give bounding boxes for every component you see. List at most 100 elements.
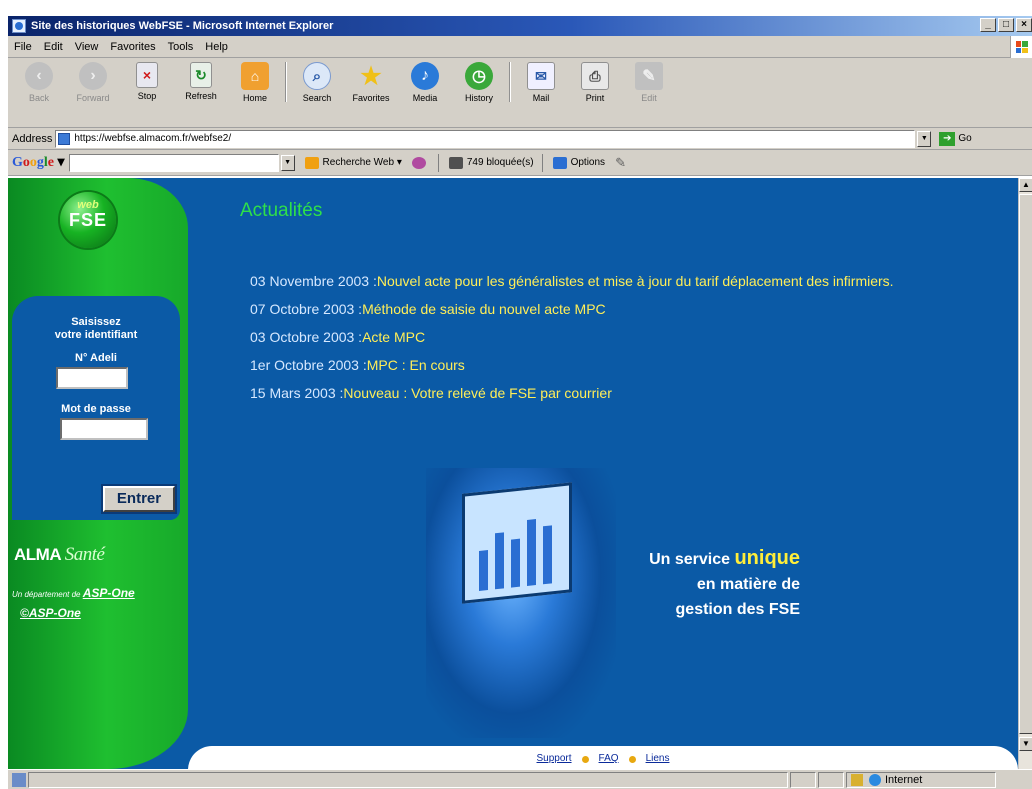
alma-logo-text: ALMA — [14, 545, 61, 564]
sante-logo-text: Santé — [64, 544, 105, 565]
media-button[interactable]: ♪ Media — [398, 62, 452, 103]
print-button[interactable]: ⎙ Print — [568, 62, 622, 103]
support-link[interactable]: Support — [537, 753, 572, 769]
window-titlebar: Site des historiques WebFSE - Microsoft … — [8, 16, 1032, 36]
news-date: 03 Octobre 2003 : — [250, 329, 363, 345]
window-title: Site des historiques WebFSE - Microsoft … — [31, 20, 334, 32]
close-button[interactable]: × — [1016, 18, 1032, 32]
vertical-scrollbar[interactable]: ▲ ▼ — [1018, 178, 1032, 769]
news-link[interactable]: MPC : En cours — [367, 357, 465, 373]
google-options-button[interactable]: Options — [552, 156, 605, 169]
news-title: Actualités — [240, 200, 323, 221]
favorites-button[interactable]: ★ Favorites — [344, 62, 398, 104]
refresh-icon: ↻ — [190, 62, 212, 88]
menu-favorites[interactable]: Favorites — [104, 41, 161, 53]
bullet-icon — [581, 756, 589, 763]
logo-web-text: web — [77, 199, 99, 211]
google-search-dropdown[interactable]: ▼ — [280, 154, 295, 171]
go-button[interactable]: ➔ Go — [939, 131, 972, 146]
login-title-line1: Saisissez — [71, 316, 121, 328]
back-label: Back — [28, 93, 49, 103]
news-date: 15 Mars 2003 : — [250, 385, 344, 401]
internet-globe-icon — [869, 773, 881, 786]
address-input[interactable]: https://webfse.almacom.fr/webfse2/ — [55, 129, 916, 148]
bullet-icon — [628, 756, 636, 763]
window-controls: _ □ × — [978, 18, 1032, 32]
google-pagerank-button[interactable] — [411, 156, 430, 169]
status-bar: Internet — [8, 769, 1032, 789]
alma-sante-logo: ALMA Santé — [14, 544, 105, 566]
standard-toolbar: ‹ Back › Forward × Stop ↻ Refresh ⌂ Home… — [8, 58, 1032, 128]
forward-button[interactable]: › Forward — [66, 62, 120, 103]
minimize-button[interactable]: _ — [980, 18, 996, 32]
news-item[interactable]: 07 Octobre 2003 :Méthode de saisie du no… — [250, 300, 970, 319]
toolbar-separator — [509, 62, 511, 102]
refresh-button[interactable]: ↻ Refresh — [174, 62, 228, 101]
copyright-link[interactable]: ©ASP-One — [20, 606, 81, 620]
adeli-input[interactable] — [56, 367, 128, 389]
logo-fse-text: FSE — [68, 210, 107, 230]
google-web-search-label: Recherche Web — [322, 157, 395, 168]
stop-button[interactable]: × Stop — [120, 62, 174, 101]
menu-file[interactable]: File — [8, 41, 38, 53]
promo-line2: en matière de — [696, 576, 800, 593]
media-globe-icon: ♪ — [411, 62, 439, 90]
news-item[interactable]: 03 Novembre 2003 :Nouvel acte pour les g… — [250, 272, 970, 291]
mail-icon: ✉ — [527, 62, 555, 90]
promo-line1: Un service unique — [594, 546, 800, 572]
scroll-up-button[interactable]: ▲ — [1019, 178, 1032, 192]
promo-highlight: unique — [734, 547, 800, 569]
news-link[interactable]: Nouveau : Votre relevé de FSE par courri… — [343, 385, 611, 401]
favorites-label: Favorites — [352, 93, 390, 103]
department-text: Un département de — [12, 590, 83, 599]
news-link[interactable]: Méthode de saisie du nouvel acte MPC — [362, 301, 606, 317]
home-label: Home — [242, 93, 267, 103]
google-web-search-button[interactable]: Recherche Web ▾ — [304, 156, 402, 169]
promo-chart-screen-image — [462, 482, 572, 604]
asp-one-link[interactable]: ASP-One — [83, 586, 135, 600]
news-date: 07 Octobre 2003 : — [250, 301, 363, 317]
menu-tools[interactable]: Tools — [162, 41, 200, 53]
binoculars-icon — [304, 156, 319, 169]
news-item[interactable]: 03 Octobre 2003 :Acte MPC — [250, 328, 970, 347]
edit-button[interactable]: ✎ Edit — [622, 62, 676, 103]
links-link[interactable]: Liens — [646, 753, 670, 769]
news-link[interactable]: Nouvel acte pour les généralistes et mis… — [377, 273, 894, 289]
google-toolbar: Google ▾ ▼ Recherche Web ▾ 749 bloquée(s… — [8, 150, 1032, 176]
google-toolbar-separator — [437, 153, 439, 172]
options-icon — [552, 156, 567, 169]
popup-blocker-button[interactable]: 749 bloquée(s) — [448, 156, 534, 169]
pencil-icon: ✎ — [615, 154, 626, 170]
back-button[interactable]: ‹ Back — [12, 62, 66, 103]
news-list: 03 Novembre 2003 :Nouvel acte pour les g… — [250, 272, 970, 412]
news-item[interactable]: 1er Octobre 2003 :MPC : En cours — [250, 356, 970, 375]
enter-button[interactable]: Entrer — [101, 484, 177, 514]
webfse-logo: web FSE — [60, 192, 116, 248]
google-logo[interactable]: Google ▾ — [12, 154, 65, 171]
search-label: Search — [302, 93, 332, 103]
ie-page-icon — [12, 19, 26, 33]
address-dropdown-button[interactable]: ▼ — [917, 130, 932, 147]
menu-edit[interactable]: Edit — [38, 41, 69, 53]
scroll-down-button[interactable]: ▼ — [1019, 737, 1032, 751]
mail-button[interactable]: ✉ Mail — [514, 62, 568, 103]
promo-line1-prefix: Un service — [649, 551, 735, 568]
password-input[interactable] — [60, 418, 148, 440]
lock-icon — [851, 773, 863, 786]
status-text-pane — [28, 771, 788, 788]
history-button[interactable]: ◷ History — [452, 62, 506, 103]
news-link[interactable]: Acte MPC — [362, 329, 425, 345]
search-button[interactable]: ⌕ Search — [290, 62, 344, 103]
menu-view[interactable]: View — [69, 41, 105, 53]
status-page-icon — [12, 772, 26, 787]
page-icon — [58, 132, 71, 145]
menu-help[interactable]: Help — [199, 41, 234, 53]
news-item[interactable]: 15 Mars 2003 :Nouveau : Votre relevé de … — [250, 384, 970, 403]
home-button[interactable]: ⌂ Home — [228, 62, 282, 103]
maximize-button[interactable]: □ — [998, 18, 1014, 32]
news-date: 03 Novembre 2003 : — [250, 273, 377, 289]
faq-link[interactable]: FAQ — [599, 753, 619, 769]
google-search-input[interactable] — [68, 153, 279, 172]
scroll-thumb[interactable] — [1019, 194, 1032, 734]
highlight-button[interactable]: ✎ — [615, 155, 626, 171]
